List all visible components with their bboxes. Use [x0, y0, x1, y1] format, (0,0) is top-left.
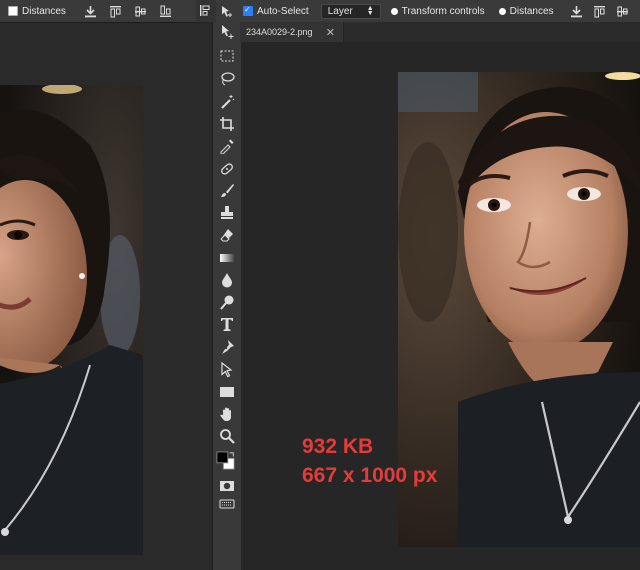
color-swatches-icon[interactable] — [216, 450, 236, 472]
move-icon[interactable] — [219, 24, 235, 40]
bar-gap — [196, 0, 216, 22]
download-icon[interactable] — [570, 5, 583, 18]
crop-icon[interactable] — [219, 116, 235, 132]
transform-controls-label: Transform controls — [401, 5, 485, 17]
clone-stamp-icon[interactable] — [219, 205, 235, 221]
move-tool-icon[interactable] — [220, 5, 233, 18]
layer-select-value: Layer — [327, 5, 353, 17]
eyedropper-icon[interactable] — [219, 138, 235, 154]
marquee-icon[interactable] — [219, 48, 235, 64]
tab-bar-filler — [344, 22, 640, 42]
pen-icon[interactable] — [219, 339, 235, 355]
gradient-icon[interactable] — [219, 250, 235, 266]
distances-label: Distances — [22, 5, 66, 17]
zoom-icon[interactable] — [219, 428, 235, 444]
distances-checkbox-right[interactable] — [498, 7, 506, 15]
auto-select-checkbox[interactable] — [243, 5, 253, 16]
main-canvas[interactable] — [241, 42, 640, 570]
layer-select[interactable]: Layer ▲ ▼ — [320, 3, 381, 19]
lasso-icon[interactable] — [219, 71, 235, 87]
document-tab[interactable]: 234A0029-2.png ✕ — [240, 22, 344, 42]
options-bar-right: Auto-Select Layer ▲▼ Transform controls … — [216, 0, 640, 23]
align-top-icon[interactable] — [109, 5, 122, 18]
hand-icon[interactable] — [219, 406, 235, 422]
document-tab-filename: 234A0029-2.png — [246, 27, 313, 37]
align-top-icon[interactable] — [593, 5, 606, 18]
type-icon[interactable] — [219, 316, 235, 332]
select-arrows-icon: ▲ ▼ — [366, 5, 374, 17]
align-middle-icon[interactable] — [616, 5, 629, 18]
options-bar-left: Distances — [0, 0, 196, 23]
image-dimensions-text: 667 x 1000 px — [302, 464, 438, 487]
rectangle-icon[interactable] — [219, 384, 235, 400]
magic-wand-icon[interactable] — [219, 94, 235, 110]
tools-panel — [212, 22, 242, 570]
keyboard-icon[interactable] — [219, 496, 235, 512]
file-size-text: 932 KB — [302, 435, 374, 458]
align-left-icon[interactable] — [199, 4, 211, 22]
dodge-icon[interactable] — [219, 294, 235, 310]
distances-checkbox[interactable] — [8, 6, 18, 16]
blur-icon[interactable] — [219, 272, 235, 288]
portrait-photo-left — [0, 85, 143, 555]
auto-select-label: Auto-Select — [257, 5, 309, 17]
brush-icon[interactable] — [219, 183, 235, 199]
left-canvas[interactable] — [0, 23, 212, 570]
distances-label-right: Distances — [509, 5, 554, 17]
quick-mask-icon[interactable] — [219, 478, 235, 494]
file-info-overlay: 932 KB 667 x 1000 px — [302, 432, 437, 490]
close-icon[interactable]: ✕ — [326, 26, 335, 39]
download-icon[interactable] — [84, 5, 97, 18]
align-middle-icon[interactable] — [134, 5, 147, 18]
align-bottom-icon[interactable] — [159, 5, 172, 18]
healing-brush-icon[interactable] — [219, 161, 235, 177]
eraser-icon[interactable] — [219, 227, 235, 243]
path-select-icon[interactable] — [219, 362, 235, 378]
transform-controls-checkbox[interactable] — [390, 7, 398, 15]
